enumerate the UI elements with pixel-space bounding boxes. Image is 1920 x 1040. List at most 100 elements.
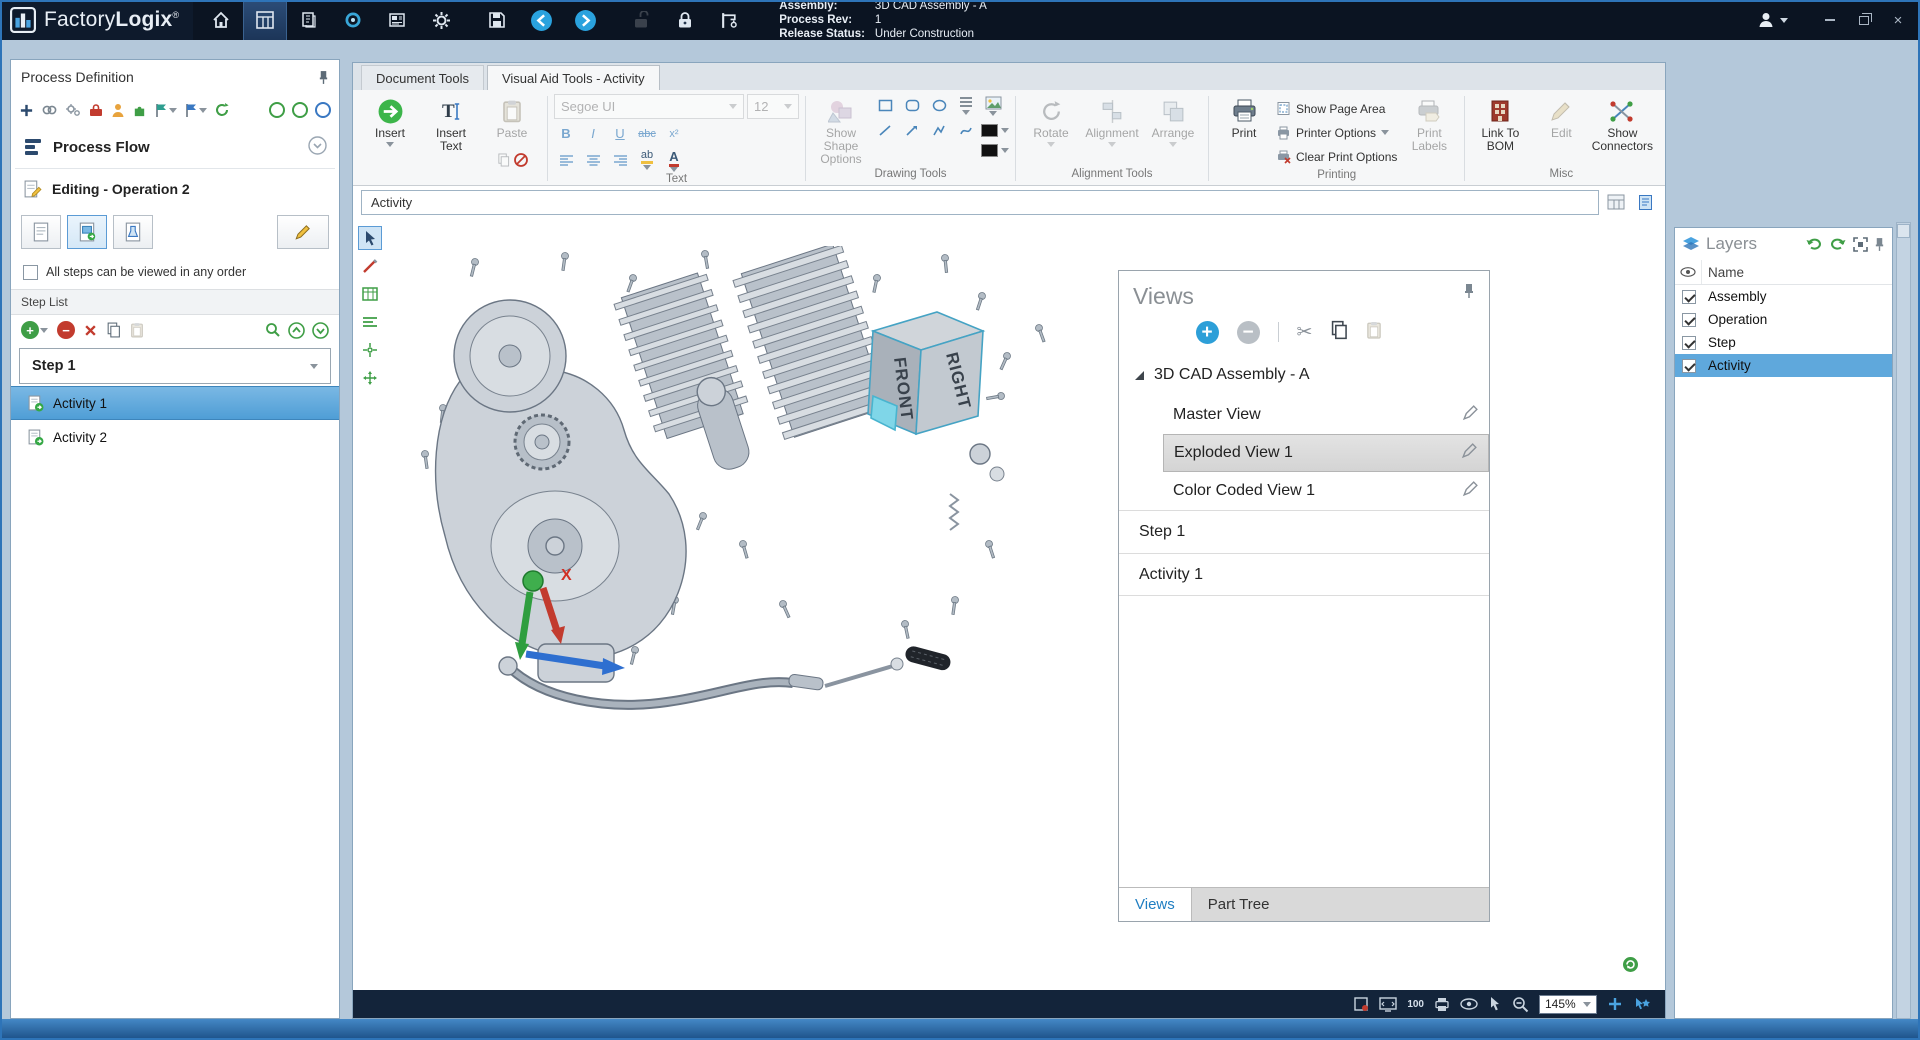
collapse-section-icon[interactable] <box>308 136 327 159</box>
operation-document-button[interactable] <box>21 215 61 249</box>
tree-node-exploded-view[interactable]: Exploded View 1 <box>1119 434 1489 472</box>
edit-view-icon[interactable] <box>1462 480 1479 502</box>
layer-checkbox[interactable] <box>1682 290 1696 304</box>
measure-tool-button[interactable] <box>707 0 751 40</box>
show-page-area-button[interactable]: Show Page Area <box>1276 98 1397 119</box>
align-right-button[interactable] <box>608 148 632 171</box>
font-color-button[interactable]: A <box>662 148 686 171</box>
alignment-button[interactable]: Alignment <box>1083 94 1141 166</box>
activity-name-input[interactable] <box>361 190 1599 215</box>
printer-options-button[interactable]: Printer Options <box>1276 122 1397 143</box>
lock-button[interactable] <box>663 0 707 40</box>
activity-grid-button[interactable] <box>1604 190 1628 214</box>
pin-icon[interactable] <box>318 66 329 88</box>
zoom-level-combobox[interactable]: 145% <box>1539 995 1597 1014</box>
layer-checkbox[interactable] <box>1682 359 1696 373</box>
annotate-tool-button[interactable] <box>358 254 382 278</box>
news-button[interactable] <box>375 0 419 40</box>
plugin-icon[interactable] <box>132 99 147 121</box>
layer-row-operation[interactable]: Operation <box>1675 308 1892 331</box>
home-button[interactable] <box>199 0 243 40</box>
copy-view-button[interactable] <box>1330 320 1348 345</box>
process-definition-button[interactable] <box>243 0 287 40</box>
line-shape-button[interactable] <box>873 119 897 142</box>
list-tool-button[interactable] <box>358 310 382 334</box>
gears-icon[interactable] <box>65 99 81 121</box>
sync-status-icon[interactable] <box>1622 956 1639 978</box>
remove-step-button[interactable]: − <box>57 319 75 341</box>
minimize-button[interactable] <box>1816 8 1844 32</box>
highlight-color-button[interactable]: ab <box>635 148 659 171</box>
back-button[interactable] <box>519 0 563 40</box>
restore-button[interactable] <box>1850 8 1878 32</box>
clear-clipboard-button[interactable] <box>514 149 528 171</box>
zoom-selection-icon[interactable] <box>1634 994 1651 1014</box>
layer-checkbox[interactable] <box>1682 336 1696 350</box>
layer-row-assembly[interactable]: Assembly <box>1675 285 1892 308</box>
insert-image-button[interactable] <box>981 94 1005 117</box>
tab-part-tree[interactable]: Part Tree <box>1192 888 1286 921</box>
print-labels-button[interactable]: PrintLabels <box>1400 94 1458 166</box>
tree-node-step[interactable]: Step 1 <box>1119 510 1489 554</box>
zoom-in-icon[interactable] <box>1607 994 1624 1014</box>
delete-step-button[interactable] <box>84 319 97 341</box>
tools-document-button[interactable] <box>113 215 153 249</box>
status-blue-icon[interactable] <box>315 99 331 121</box>
polyline-shape-button[interactable] <box>927 119 951 142</box>
pin-icon[interactable] <box>1463 283 1475 304</box>
tab-views[interactable]: Views <box>1119 888 1192 921</box>
tree-node-assembly[interactable]: 3D CAD Assembly - A <box>1119 354 1489 396</box>
expander-icon[interactable] <box>1135 371 1144 380</box>
print-button[interactable]: Print <box>1215 94 1273 166</box>
add-icon[interactable] <box>19 99 34 121</box>
activity-item-1[interactable]: Activity 1 <box>11 386 339 420</box>
activity-document-button[interactable] <box>1633 190 1657 214</box>
settings-button[interactable] <box>419 0 463 40</box>
arrow-shape-button[interactable] <box>900 119 924 142</box>
move-tool-button[interactable] <box>358 366 382 390</box>
copy-step-button[interactable] <box>106 319 121 341</box>
move-step-up-button[interactable] <box>288 319 305 341</box>
step-item[interactable]: Step 1 <box>19 348 331 384</box>
close-button[interactable]: × <box>1884 8 1912 32</box>
link-icon[interactable] <box>41 99 58 121</box>
insert-text-button[interactable]: T InsertText <box>422 94 480 166</box>
tab-visual-aid-tools[interactable]: Visual Aid Tools - Activity <box>487 65 660 90</box>
ellipse-shape-button[interactable] <box>927 94 951 117</box>
layer-row-step[interactable]: Step <box>1675 331 1892 354</box>
arrange-button[interactable]: Arrange <box>1144 94 1202 166</box>
visual-aid-document-button[interactable] <box>67 215 107 249</box>
find-step-button[interactable] <box>265 319 281 341</box>
user-menu-button[interactable] <box>1756 10 1788 30</box>
rotate-button[interactable]: Rotate <box>1022 94 1080 166</box>
remove-view-button[interactable]: − <box>1237 321 1260 344</box>
undo-icon[interactable] <box>1805 237 1823 251</box>
scroll-up-button[interactable] <box>1897 224 1910 238</box>
insert-button[interactable]: Insert <box>361 94 419 166</box>
edit-view-icon[interactable] <box>1461 442 1478 464</box>
italic-button[interactable]: I <box>581 122 605 145</box>
layer-checkbox[interactable] <box>1682 313 1696 327</box>
tree-node-color-coded-view[interactable]: Color Coded View 1 <box>1119 472 1489 510</box>
anchor-tool-button[interactable] <box>358 338 382 362</box>
zoom-out-icon[interactable] <box>1512 994 1529 1014</box>
font-family-combobox[interactable]: Segoe UI <box>554 94 744 119</box>
show-shape-options-button[interactable]: Show ShapeOptions <box>812 94 870 166</box>
unlock-button[interactable] <box>619 0 663 40</box>
save-button[interactable] <box>475 0 519 40</box>
dashboard-button[interactable] <box>331 0 375 40</box>
tree-node-master-view[interactable]: Master View <box>1119 396 1489 434</box>
edit-operation-button[interactable] <box>277 215 329 249</box>
link-to-bom-button[interactable]: Link ToBOM <box>1471 94 1529 166</box>
flag-blue-icon[interactable] <box>184 99 207 121</box>
select-tool-button[interactable] <box>358 226 382 250</box>
design-canvas[interactable]: FRONT RIGHT X <box>353 218 1665 990</box>
tree-node-activity[interactable]: Activity 1 <box>1119 554 1489 596</box>
any-order-checkbox[interactable] <box>23 265 38 280</box>
clear-print-options-button[interactable]: Clear Print Options <box>1276 146 1397 167</box>
paste-step-button[interactable] <box>130 319 144 341</box>
fill-color-picker[interactable] <box>981 144 1009 157</box>
paste-button[interactable]: Paste <box>483 94 541 146</box>
table-tool-button[interactable] <box>358 282 382 306</box>
visibility-icon[interactable] <box>1460 994 1478 1014</box>
